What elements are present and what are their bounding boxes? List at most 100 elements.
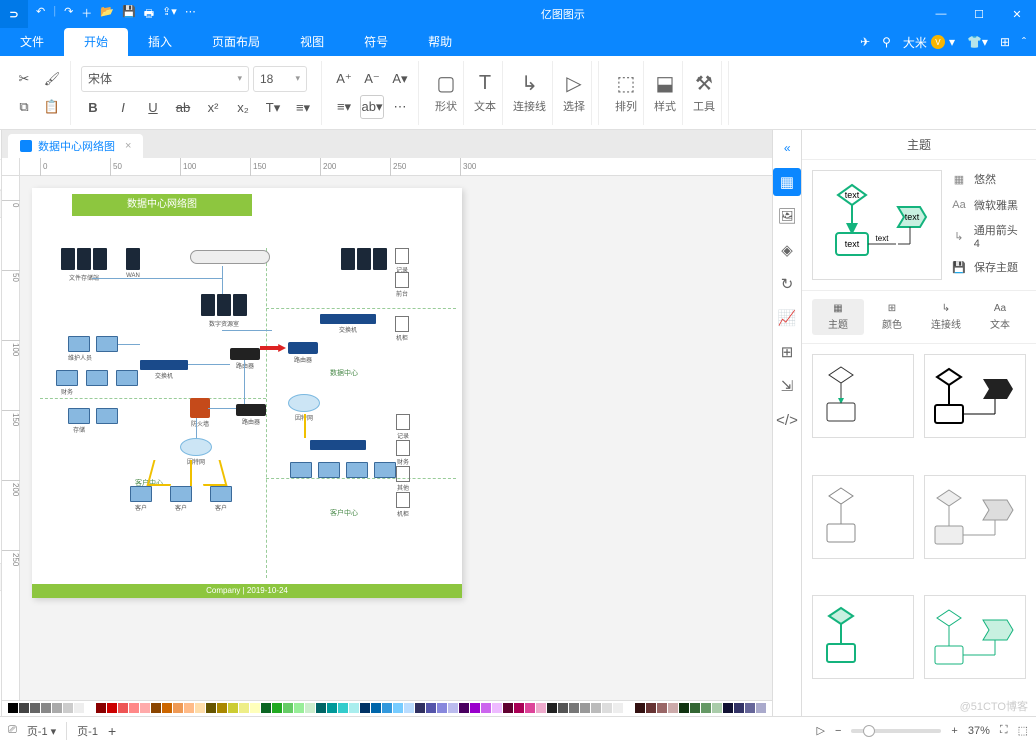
color-swatch[interactable] [96, 703, 106, 713]
close-button[interactable]: ✕ [998, 0, 1036, 28]
color-swatch[interactable] [745, 703, 755, 713]
more-icon[interactable]: ⋯ [185, 5, 196, 24]
color-swatch[interactable] [690, 703, 700, 713]
color-swatch[interactable] [547, 703, 557, 713]
color-swatch[interactable] [74, 703, 84, 713]
history-icon[interactable]: ↻ [773, 270, 801, 298]
color-swatch[interactable] [679, 703, 689, 713]
color-swatch[interactable] [536, 703, 546, 713]
font-family-select[interactable]: 宋体▾ [81, 66, 249, 92]
color-swatch[interactable] [151, 703, 161, 713]
shape-button[interactable]: ▢形状 [429, 61, 464, 125]
theme-tab-theme[interactable]: ▦主题 [812, 299, 864, 335]
color-swatch[interactable] [8, 703, 18, 713]
increase-font-button[interactable]: A⁺ [332, 67, 356, 91]
more-button[interactable]: ⋯ [388, 95, 412, 119]
tab-insert[interactable]: 插入 [128, 28, 192, 56]
print-icon[interactable]: 🖶 [144, 5, 154, 24]
tab-start[interactable]: 开始 [64, 28, 128, 56]
color-swatch[interactable] [459, 703, 469, 713]
color-swatch[interactable] [63, 703, 73, 713]
zoom-out-button[interactable]: − [835, 725, 841, 737]
color-swatch[interactable] [239, 703, 249, 713]
color-swatch[interactable] [250, 703, 260, 713]
export-icon[interactable]: ⇪▾ [162, 5, 177, 24]
color-swatch[interactable] [448, 703, 458, 713]
undo-icon[interactable]: ↶ [36, 5, 45, 24]
page-selector[interactable]: 页-1 ▾ [27, 723, 56, 739]
theme-item[interactable] [812, 354, 914, 438]
add-page-button[interactable]: + [108, 723, 116, 739]
color-swatch[interactable] [360, 703, 370, 713]
tab-view[interactable]: 视图 [280, 28, 344, 56]
font-size-select[interactable]: 18▾ [253, 66, 307, 92]
color-swatch[interactable] [140, 703, 150, 713]
open-icon[interactable]: 📂 [100, 5, 114, 24]
close-tab-icon[interactable]: × [125, 140, 131, 152]
color-swatch[interactable] [668, 703, 678, 713]
table-icon[interactable]: ⊞ [773, 338, 801, 366]
play-icon[interactable]: ▷ [817, 724, 825, 737]
collapse-ribbon-icon[interactable]: ˆ [1022, 35, 1026, 49]
apps-icon[interactable]: ⊞ [1000, 35, 1010, 49]
style-button[interactable]: ⬓样式 [648, 61, 683, 125]
highlight-button[interactable]: ab▾ [360, 95, 384, 119]
color-swatch[interactable] [470, 703, 480, 713]
tab-help[interactable]: 帮助 [408, 28, 472, 56]
color-swatch[interactable] [503, 703, 513, 713]
color-swatch[interactable] [635, 703, 645, 713]
new-icon[interactable]: ＋ [81, 5, 92, 24]
theme-apps-icon[interactable]: ▦ [773, 168, 801, 196]
color-swatch[interactable] [52, 703, 62, 713]
color-swatch[interactable] [426, 703, 436, 713]
share-icon[interactable]: ⚲ [882, 35, 891, 49]
color-swatch[interactable] [173, 703, 183, 713]
decrease-font-button[interactable]: A⁻ [360, 67, 384, 91]
color-swatch[interactable] [184, 703, 194, 713]
color-swatch[interactable] [602, 703, 612, 713]
tab-symbol[interactable]: 符号 [344, 28, 408, 56]
text-format-button[interactable]: T▾ [261, 96, 285, 120]
underline-button[interactable]: U [141, 96, 165, 120]
color-swatch[interactable] [327, 703, 337, 713]
copy-icon[interactable]: ⧉ [12, 95, 36, 119]
theme-tab-color[interactable]: ⊞颜色 [866, 299, 918, 335]
theme-tab-text[interactable]: Aa文本 [974, 299, 1026, 335]
theme-item[interactable] [812, 595, 914, 679]
color-swatch[interactable] [569, 703, 579, 713]
superscript-button[interactable]: x² [201, 96, 225, 120]
export-icon[interactable]: ⇲ [773, 372, 801, 400]
bold-button[interactable]: B [81, 96, 105, 120]
color-swatch[interactable] [525, 703, 535, 713]
color-swatch[interactable] [580, 703, 590, 713]
color-swatch[interactable] [217, 703, 227, 713]
color-swatch[interactable] [41, 703, 51, 713]
italic-button[interactable]: I [111, 96, 135, 120]
color-swatch[interactable] [129, 703, 139, 713]
strike-button[interactable]: ab [171, 96, 195, 120]
page-tab[interactable]: 页-1 [77, 723, 98, 739]
color-swatch[interactable] [514, 703, 524, 713]
page-canvas[interactable]: 数据中心网络图 数据中心 客户中心 客户中心 文件存储端 WAN [32, 188, 462, 598]
format-painter-icon[interactable]: 🖌 [40, 67, 64, 91]
color-swatch[interactable] [415, 703, 425, 713]
color-swatch[interactable] [404, 703, 414, 713]
document-tab[interactable]: 数据中心网络图 × [8, 134, 143, 158]
color-swatch[interactable] [624, 703, 634, 713]
zoom-slider[interactable] [851, 729, 941, 733]
theme-tab-connector[interactable]: ↳连接线 [920, 299, 972, 335]
color-swatch[interactable] [371, 703, 381, 713]
tab-page-layout[interactable]: 页面布局 [192, 28, 280, 56]
image-icon[interactable]: 🖼 [773, 202, 801, 230]
page-layout-icon[interactable]: ⎚ [8, 724, 17, 737]
arrange-button[interactable]: ⬚排列 [609, 61, 644, 125]
chart-icon[interactable]: 📈 [773, 304, 801, 332]
tool-button[interactable]: ⚒工具 [687, 61, 722, 125]
color-swatch[interactable] [756, 703, 766, 713]
color-swatch[interactable] [492, 703, 502, 713]
bullet-list-button[interactable]: ≡▾ [332, 95, 356, 119]
user-chip[interactable]: 大米V▾ [903, 34, 955, 51]
color-swatch[interactable] [305, 703, 315, 713]
color-swatch[interactable] [558, 703, 568, 713]
color-swatch[interactable] [283, 703, 293, 713]
